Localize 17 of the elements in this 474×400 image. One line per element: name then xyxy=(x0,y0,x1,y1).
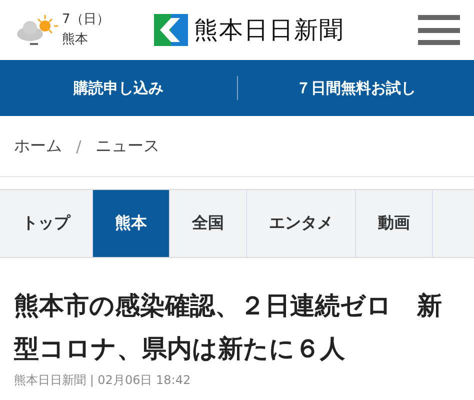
weather-icon xyxy=(14,13,58,47)
breadcrumb-link[interactable]: ホーム xyxy=(14,136,62,156)
article-byline: 熊本日日新聞 | 02月06日 18:42 xyxy=(14,372,192,389)
article-headline[interactable]: 熊本市の感染確認、２日連続ゼロ 新型コロナ、県内は新たに６人 xyxy=(14,284,460,370)
logo-text[interactable]: 熊本日日新聞 xyxy=(194,14,344,46)
category-tab[interactable]: 熊本 xyxy=(93,190,170,257)
menu-icon[interactable] xyxy=(418,15,460,45)
weather-place: 熊本 xyxy=(62,31,89,49)
category-tab[interactable]: 全国 xyxy=(170,190,247,257)
promo-link[interactable]: 購読申し込み xyxy=(0,78,236,98)
breadcrumb-link[interactable]: ニュース xyxy=(95,136,160,156)
category-tab[interactable]: 動画 xyxy=(356,190,433,257)
weather-date: 7（日） xyxy=(62,11,110,29)
category-tab[interactable]: エンタメ xyxy=(247,190,356,257)
breadcrumb-separator: / xyxy=(76,136,82,156)
promo-link[interactable]: ７日間無料お試し xyxy=(238,78,474,98)
logo-icon xyxy=(154,14,188,46)
